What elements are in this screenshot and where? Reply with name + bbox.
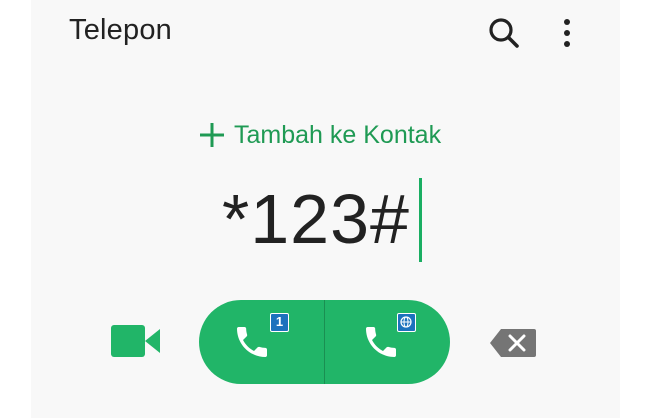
sim2-badge (397, 313, 416, 332)
add-to-contacts-button[interactable]: Tambah ke Kontak (198, 115, 441, 155)
dialed-number-field[interactable]: *123# (222, 176, 410, 262)
app-title: Telepon (69, 14, 172, 46)
search-icon (489, 18, 519, 48)
call-sim1-button[interactable]: 1 (199, 300, 324, 384)
add-to-contacts-label: Tambah ke Kontak (234, 120, 442, 149)
globe-icon (400, 316, 412, 328)
more-options-button[interactable] (552, 13, 582, 53)
phone-icon (366, 327, 396, 357)
call-sim2-button[interactable] (325, 300, 450, 384)
video-call-button[interactable] (110, 322, 162, 360)
backspace-button[interactable] (489, 328, 537, 358)
more-vert-icon (564, 19, 570, 47)
sim1-badge: 1 (270, 313, 289, 332)
plus-icon (200, 123, 224, 147)
text-cursor (419, 178, 422, 262)
search-button[interactable] (484, 13, 524, 53)
call-buttons-group: 1 (199, 300, 450, 384)
video-camera-icon (111, 325, 160, 357)
backspace-icon (490, 329, 536, 357)
phone-icon (237, 327, 267, 357)
